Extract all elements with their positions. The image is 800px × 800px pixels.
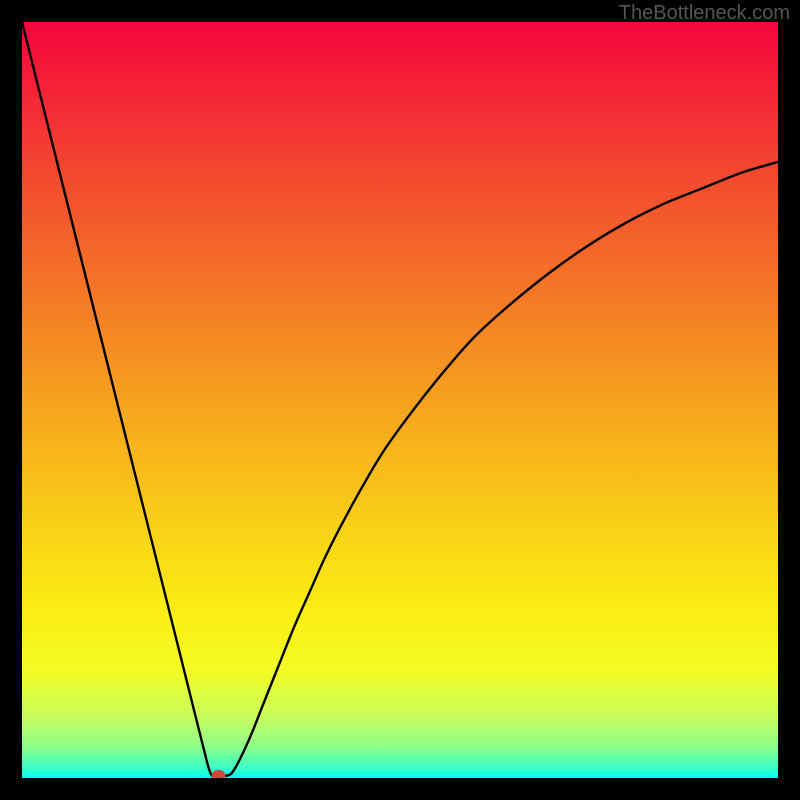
chart-frame [22, 22, 778, 778]
bottleneck-chart [22, 22, 778, 778]
gradient-background [22, 22, 778, 778]
watermark-text: TheBottleneck.com [619, 2, 790, 25]
